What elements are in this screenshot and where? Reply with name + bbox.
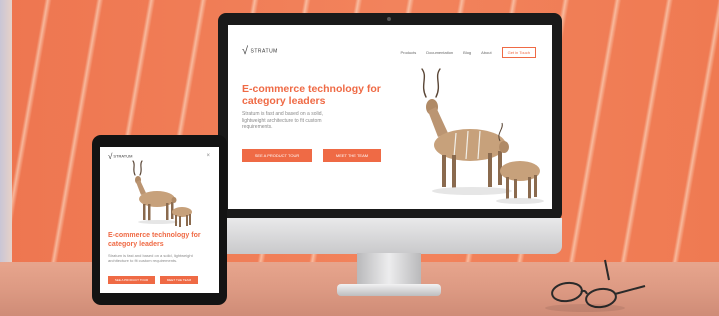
tablet-hero-headline: E-commerce technology for category leade… [108, 232, 201, 248]
nav-item-blog[interactable]: Blog [463, 50, 471, 55]
monitor-stand-neck [357, 253, 421, 287]
logo-mark-icon: √ [108, 152, 113, 161]
site-logo[interactable]: √ STRATUM [242, 45, 278, 57]
product-tour-button[interactable]: SEE A PRODUCT TOUR [242, 149, 312, 162]
kudu-illustration [132, 160, 192, 227]
site-nav: Products Documentation Blog About Get in… [400, 47, 536, 58]
close-icon[interactable]: × [206, 153, 210, 159]
tablet-product-tour-button[interactable]: SEE A PRODUCT TOUR [108, 276, 155, 284]
logo-mark-icon: √ [242, 45, 249, 57]
kudu-illustration [421, 68, 544, 204]
hero-headline: E-commerce technology for category leade… [242, 83, 381, 107]
monitor-screen: √ STRATUM Products Documentation Blog Abo… [228, 25, 552, 209]
eyeglasses [545, 259, 646, 312]
hero-description: Stratum is fast and based on a solid, li… [242, 111, 323, 130]
monitor-stand-base [337, 284, 441, 296]
nav-item-products[interactable]: Products [400, 50, 416, 55]
monitor-chin [218, 218, 562, 254]
tablet-meet-team-button[interactable]: MEET THE TEAM [160, 276, 198, 284]
meet-team-button[interactable]: MEET THE TEAM [323, 149, 381, 162]
tablet-hero-description: Stratum is fast and based on a solid, li… [108, 253, 193, 263]
tablet-device: √STRATUM × E-commerce technology for cat… [92, 135, 227, 305]
tablet-screen: √STRATUM × E-commerce technology for cat… [100, 147, 219, 293]
webcam-dot [387, 17, 391, 21]
get-in-touch-button[interactable]: Get in Touch [501, 47, 536, 58]
desktop-monitor: √ STRATUM Products Documentation Blog Abo… [218, 13, 562, 221]
nav-item-documentation[interactable]: Documentation [426, 50, 453, 55]
nav-item-about[interactable]: About [481, 50, 491, 55]
